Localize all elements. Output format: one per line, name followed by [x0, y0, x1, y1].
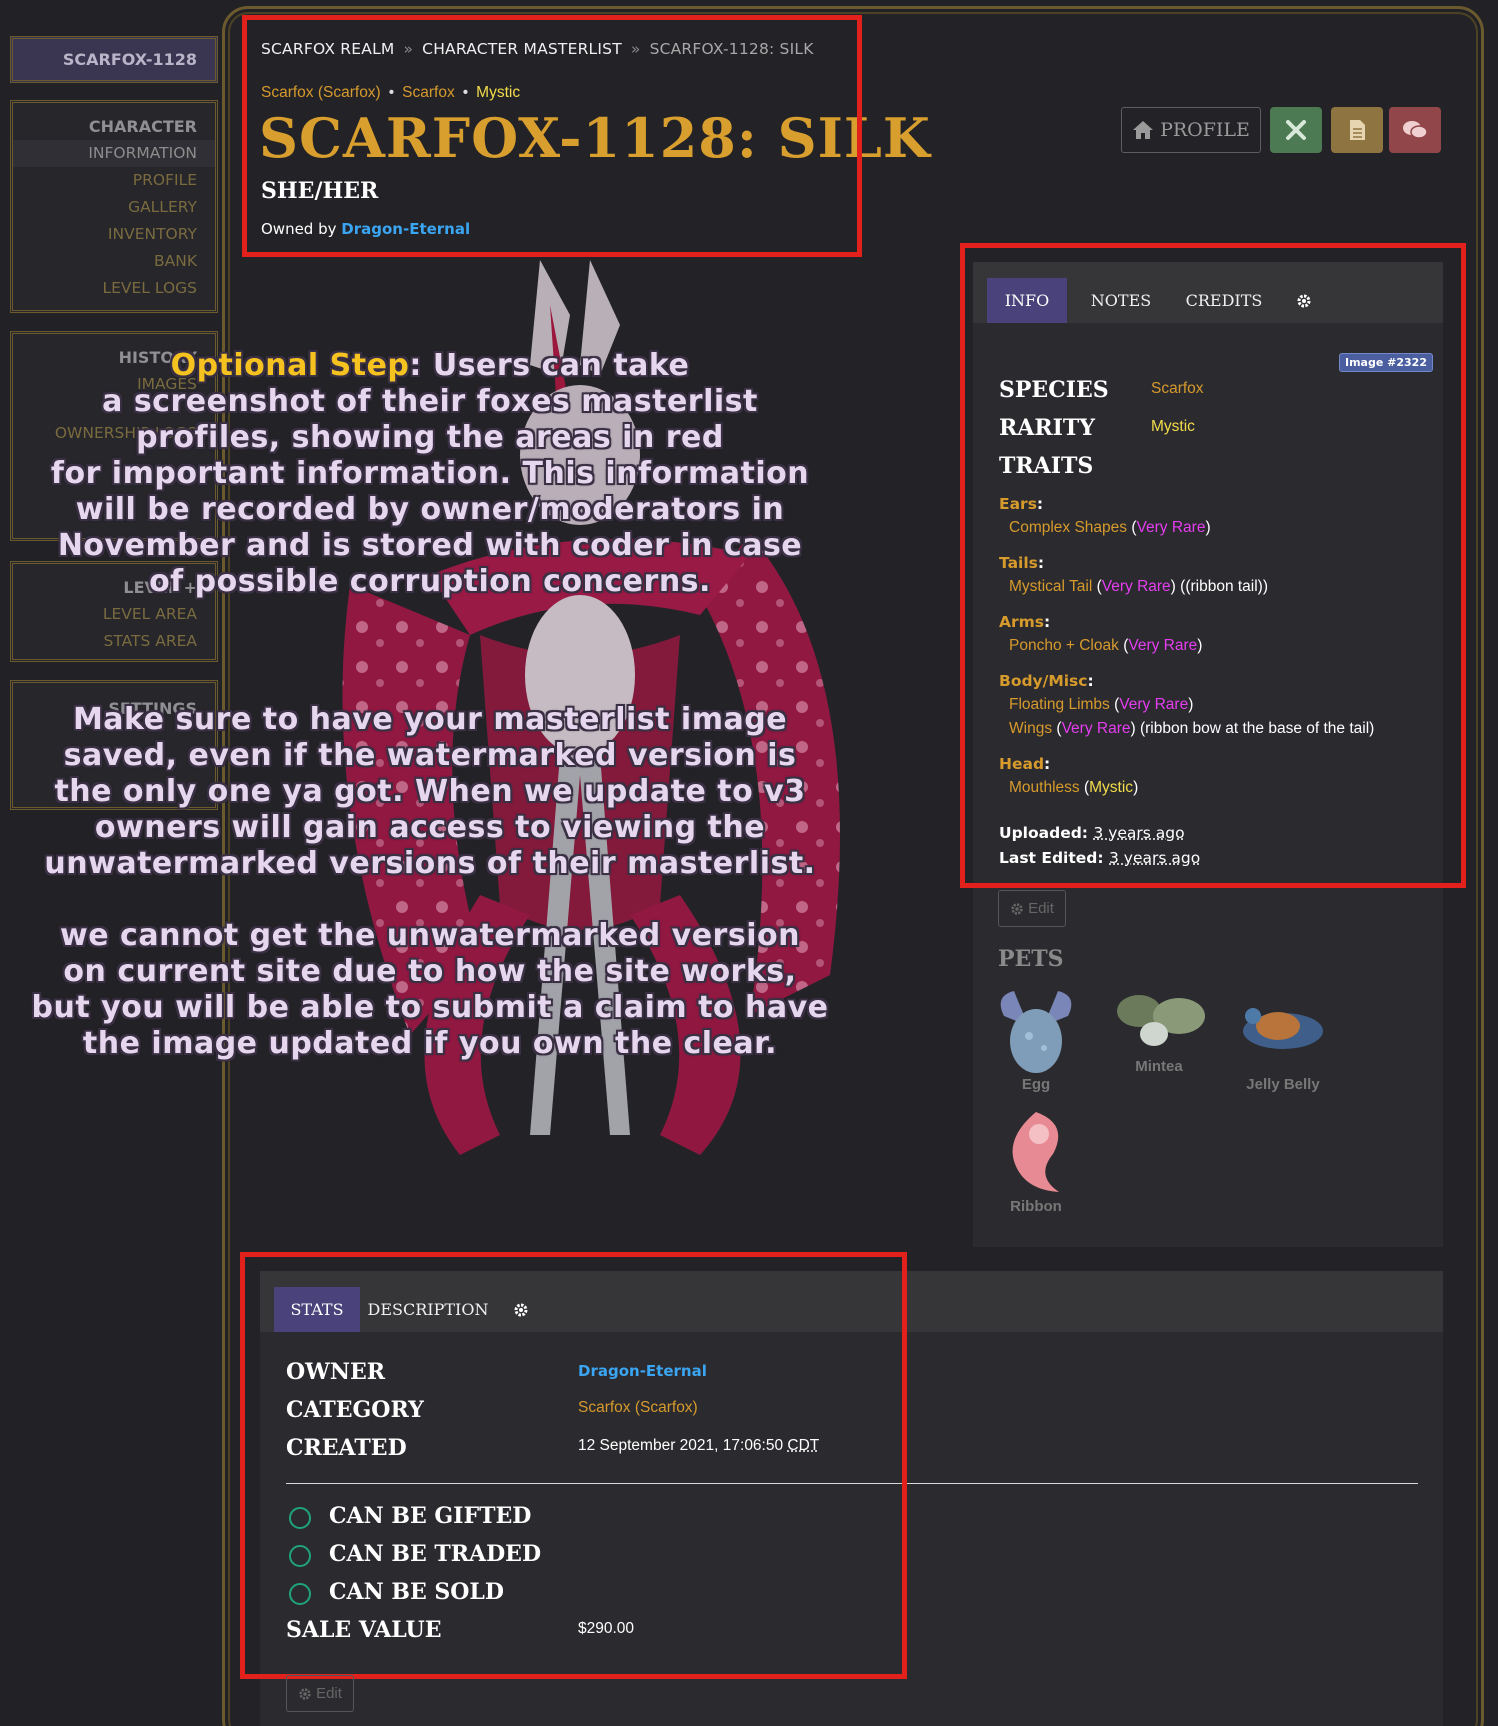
pet-jelly-belly[interactable]: Jelly Belly [1228, 986, 1338, 1093]
document-icon [1348, 119, 1366, 141]
tools-icon [1284, 118, 1308, 142]
sidebar-item-profile[interactable]: PROFILE [13, 167, 197, 194]
sidebar-item-bank[interactable]: BANK [13, 248, 197, 275]
sidebar-item-level-logs[interactable]: LEVEL LOGS [13, 275, 197, 302]
sidebar-item-inventory[interactable]: INVENTORY [13, 221, 197, 248]
pet-name: Mintea [1104, 1058, 1214, 1075]
overlay-line: the image updated if you own the clear. [30, 1026, 830, 1062]
overlay-line: unwatermarked versions of their masterli… [40, 846, 820, 882]
highlight-box-header [242, 15, 862, 257]
edit-gear-icon [298, 1687, 312, 1701]
sidebar-character-group: CHARACTER INFORMATION PROFILE GALLERY IN… [10, 100, 218, 313]
overlay-line: we cannot get the unwatermarked version [30, 918, 830, 954]
edit-gear-icon [1010, 902, 1024, 916]
overlay-note-3: we cannot get the unwatermarked version … [30, 918, 830, 1062]
home-icon [1132, 120, 1154, 140]
overlay-line: the only one ya got. When we update to v… [40, 774, 820, 810]
sidebar-item-information[interactable]: INFORMATION [13, 140, 215, 167]
highlight-box-stats [240, 1252, 907, 1679]
tools-button[interactable] [1270, 107, 1322, 153]
ribbon-pet-image [991, 1104, 1081, 1198]
overlay-line: Make sure to have your masterlist image [40, 702, 820, 738]
sidebar-item-stats-area[interactable]: STATS AREA [13, 628, 197, 655]
pet-name: Jelly Belly [1228, 1076, 1338, 1093]
pet-name: Ribbon [981, 1198, 1091, 1215]
overlay-line: a screenshot of their foxes masterlist [40, 384, 820, 420]
pet-mintea[interactable]: Mintea [1104, 986, 1214, 1075]
profile-button[interactable]: PROFILE [1121, 107, 1261, 153]
overlay-line: for important information. This informat… [40, 456, 820, 492]
overlay-note-2: Make sure to have your masterlist image … [40, 702, 820, 882]
overlay-highlight: Optional Step [171, 348, 410, 383]
comments-icon [1402, 119, 1428, 141]
overlay-line: profiles, showing the areas in red [40, 420, 820, 456]
pet-egg[interactable]: Egg [981, 986, 1091, 1093]
document-button[interactable] [1331, 107, 1383, 153]
egg-pet-image [994, 986, 1078, 1076]
profile-button-label: PROFILE [1160, 119, 1250, 141]
overlay-line: will be recorded by owner/moderators in [40, 492, 820, 528]
highlight-box-info [960, 243, 1466, 888]
overlay-line: November and is stored with coder in cas… [40, 528, 820, 564]
jelly-belly-pet-image [1233, 986, 1333, 1076]
overlay-line: saved, even if the watermarked version i… [40, 738, 820, 774]
info-edit-button[interactable]: Edit [998, 890, 1066, 927]
sidebar-character-title[interactable]: SCARFOX-1128 [10, 36, 218, 83]
sidebar-item-gallery[interactable]: GALLERY [13, 194, 197, 221]
edit-label: Edit [316, 1685, 342, 1702]
sidebar-title-text: SCARFOX-1128 [63, 50, 197, 69]
pets-heading: PETS [998, 946, 1064, 972]
pet-name: Egg [981, 1076, 1091, 1093]
overlay-line: owners will gain access to viewing the [40, 810, 820, 846]
mintea-pet-image [1109, 986, 1209, 1058]
overlay-note-1: Optional Step: Users can take a screensh… [40, 348, 820, 600]
stats-edit-button[interactable]: Edit [286, 1675, 354, 1712]
pet-ribbon[interactable]: Ribbon [981, 1104, 1091, 1215]
overlay-line: of possible corruption concerns. [40, 564, 820, 600]
overlay-line: : Users can take [409, 348, 689, 383]
sidebar-item-level-area[interactable]: LEVEL AREA [13, 601, 197, 628]
sidebar-head-character: CHARACTER [13, 113, 197, 140]
comments-button[interactable] [1389, 107, 1441, 153]
overlay-line: on current site due to how the site work… [30, 954, 830, 990]
overlay-line: but you will be able to submit a claim t… [30, 990, 830, 1026]
edit-label: Edit [1028, 900, 1054, 917]
